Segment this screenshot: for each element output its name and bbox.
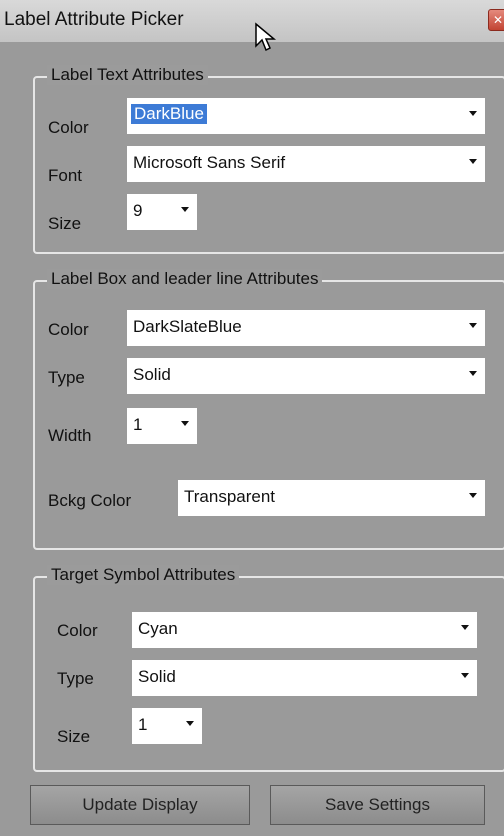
window-title: Label Attribute Picker	[4, 9, 184, 30]
target-symbol-type-dropdown[interactable]: Solid	[132, 660, 477, 696]
label-text-color-dropdown[interactable]: DarkBlue	[127, 98, 485, 134]
label-text-size-dropdown[interactable]: 9	[127, 194, 197, 230]
label-text-legend: Label Text Attributes	[47, 65, 208, 85]
label-box-color-label: Color	[48, 320, 89, 339]
label-box-type-value: Solid	[133, 365, 171, 384]
chevron-down-icon[interactable]	[181, 421, 189, 426]
chevron-down-icon[interactable]	[186, 721, 194, 726]
target-symbol-type-value: Solid	[138, 667, 176, 686]
label-box-width-label: Width	[48, 426, 92, 445]
target-symbol-legend: Target Symbol Attributes	[47, 565, 240, 585]
label-text-size-label: Size	[48, 214, 82, 233]
label-text-font-label: Font	[48, 166, 83, 185]
label-box-bckg-dropdown[interactable]: Transparent	[178, 480, 485, 516]
chevron-down-icon[interactable]	[469, 371, 477, 376]
chevron-down-icon[interactable]	[469, 111, 477, 116]
target-symbol-type-label: Type	[57, 669, 94, 688]
label-box-bckg-label: Bckg Color	[48, 491, 132, 510]
target-symbol-size-value: 1	[138, 715, 148, 734]
target-symbol-size-label: Size	[57, 727, 91, 746]
target-symbol-color-value: Cyan	[138, 619, 178, 638]
label-box-width-dropdown[interactable]: 1	[127, 408, 197, 444]
chevron-down-icon[interactable]	[461, 673, 469, 678]
label-box-group: Label Box and leader line Attributes Col…	[33, 269, 504, 550]
label-text-size-value: 9	[133, 201, 143, 220]
mouse-cursor-icon	[255, 22, 277, 52]
label-box-color-value: DarkSlateBlue	[133, 317, 242, 336]
label-attribute-picker-window: Label Attribute Picker ✕ Label Text Attr…	[0, 0, 504, 836]
title-bar[interactable]: Label Attribute Picker ✕	[0, 0, 504, 52]
label-box-bckg-value: Transparent	[184, 487, 276, 506]
label-text-color-value: DarkBlue	[131, 104, 207, 124]
label-box-legend: Label Box and leader line Attributes	[47, 269, 323, 289]
chevron-down-icon[interactable]	[181, 207, 189, 212]
target-symbol-color-label: Color	[57, 621, 98, 640]
label-box-type-dropdown[interactable]: Solid	[127, 358, 485, 394]
save-settings-button[interactable]: Save Settings	[270, 785, 485, 825]
update-display-button[interactable]: Update Display	[30, 785, 250, 825]
chevron-down-icon[interactable]	[461, 625, 469, 630]
label-box-color-dropdown[interactable]: DarkSlateBlue	[127, 310, 485, 346]
target-symbol-size-dropdown[interactable]: 1	[132, 708, 202, 744]
label-box-width-value: 1	[133, 415, 143, 434]
close-button[interactable]: ✕	[488, 9, 504, 31]
chevron-down-icon[interactable]	[469, 159, 477, 164]
target-symbol-group: Target Symbol Attributes Color Cyan Type…	[33, 565, 504, 772]
chevron-down-icon[interactable]	[469, 493, 477, 498]
label-text-group: Label Text Attributes Color DarkBlue Fon…	[33, 65, 504, 254]
label-box-type-label: Type	[48, 368, 85, 387]
label-text-color-label: Color	[48, 118, 89, 137]
target-symbol-color-dropdown[interactable]: Cyan	[132, 612, 477, 648]
chevron-down-icon[interactable]	[469, 323, 477, 328]
close-icon: ✕	[493, 13, 504, 27]
label-text-font-value: Microsoft Sans Serif	[133, 153, 286, 172]
label-text-font-dropdown[interactable]: Microsoft Sans Serif	[127, 146, 485, 182]
